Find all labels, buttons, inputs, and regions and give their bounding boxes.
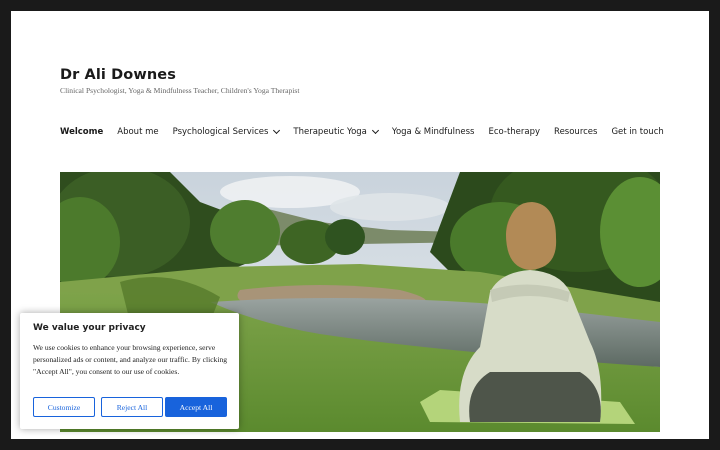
chevron-down-icon[interactable] <box>273 126 281 135</box>
nav-item-resources[interactable]: Resources <box>554 127 597 137</box>
site-title[interactable]: Dr Ali Downes <box>60 67 176 83</box>
nav-item-about-me[interactable]: About me <box>117 127 158 137</box>
chevron-down-icon[interactable] <box>371 126 379 135</box>
nav-item-welcome[interactable]: Welcome <box>60 127 103 137</box>
nav-item-get-in-touch[interactable]: Get in touch <box>611 127 663 137</box>
accept-all-button[interactable]: Accept All <box>165 397 227 417</box>
customize-button[interactable]: Customize <box>33 397 95 417</box>
cookie-text: We use cookies to enhance your browsing … <box>33 343 228 376</box>
nav-item-label: Psychological Services <box>172 127 269 137</box>
nav-item-yoga-mindfulness[interactable]: Yoga & Mindfulness <box>392 127 475 137</box>
site-tagline: Clinical Psychologist, Yoga & Mindfulnes… <box>60 86 300 95</box>
cookie-title: We value your privacy <box>33 323 146 333</box>
nav-item-label: Yoga & Mindfulness <box>391 127 475 137</box>
nav-item-label: Eco-therapy <box>488 127 541 137</box>
nav-item-label: Welcome <box>60 127 104 137</box>
nav-item-label: About me <box>117 127 159 137</box>
nav-item-label: Resources <box>554 127 598 137</box>
nav-item-eco-therapy[interactable]: Eco-therapy <box>488 127 540 137</box>
cookie-consent-banner: We value your privacy We use cookies to … <box>20 313 239 429</box>
nav-item-label: Therapeutic Yoga <box>293 127 367 137</box>
reject-all-button[interactable]: Reject All <box>101 397 163 417</box>
main-nav: Welcome About me Psychological Services … <box>60 126 678 137</box>
nav-item-therapeutic-yoga[interactable]: Therapeutic Yoga <box>293 126 379 137</box>
nav-item-psychological-services[interactable]: Psychological Services <box>172 126 281 137</box>
nav-item-label: Get in touch <box>611 127 664 137</box>
